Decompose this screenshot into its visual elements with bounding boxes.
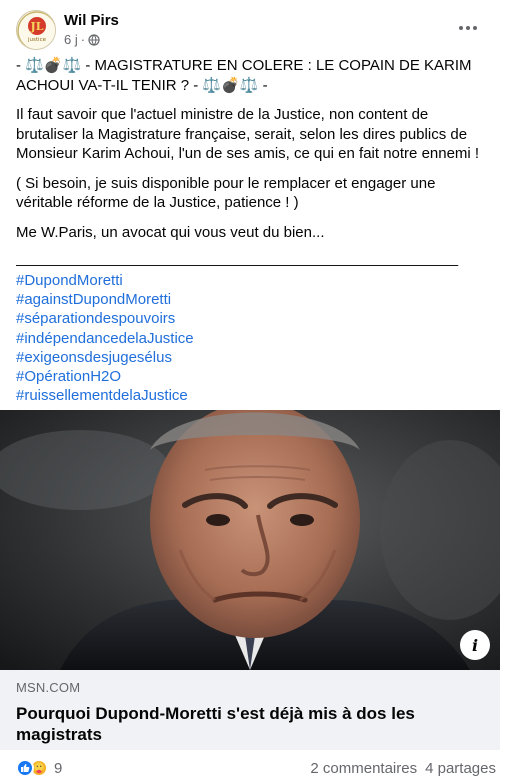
globe-icon[interactable] <box>88 33 100 46</box>
post-paragraph: Me W.Paris, un avocat qui vous veut du b… <box>16 223 325 241</box>
hashtag-link[interactable]: #indépendancedelaJustice <box>16 329 486 348</box>
ellipsis-icon <box>459 26 477 30</box>
portrait-photo <box>0 410 500 670</box>
meta-separator: · <box>80 32 86 47</box>
link-preview-card[interactable]: MSN.COM Pourquoi Dupond-Moretti s'est dé… <box>0 670 500 750</box>
post-header: JL justice Wil Pirs 6 j · <box>16 8 496 52</box>
comments-count-link[interactable]: 2 commentaires <box>310 760 417 777</box>
hashtag-link[interactable]: #OpérationH2O <box>16 367 486 386</box>
info-icon[interactable]: i <box>460 630 490 660</box>
shares-count-link[interactable]: 4 partages <box>425 760 496 777</box>
hashtag-link[interactable]: #exigeonsdesjugesélus <box>16 348 486 367</box>
hashtag-link[interactable]: #DupondMoretti <box>16 271 486 290</box>
hashtag-list: #DupondMoretti #againstDupondMoretti #sé… <box>16 271 486 405</box>
link-title: Pourquoi Dupond-Moretti s'est déjà mis à… <box>16 704 415 744</box>
engagement-stats: 2 commentaires 4 partages <box>310 760 496 777</box>
facebook-post: JL justice Wil Pirs 6 j · - ⚖️💣⚖️ - MAGI… <box>0 0 508 784</box>
separator-line: ________________________________________… <box>16 250 459 267</box>
svg-text:justice: justice <box>27 37 47 43</box>
avatar[interactable]: JL justice <box>16 10 56 50</box>
like-reaction-icon <box>16 759 34 777</box>
post-text: - ⚖️💣⚖️ - MAGISTRATURE EN COLERE : LE CO… <box>16 56 486 405</box>
hashtag-link[interactable]: #séparationdespouvoirs <box>16 309 486 328</box>
hashtag-link[interactable]: #ruissellementdelaJustice <box>16 386 486 405</box>
author-name[interactable]: Wil Pirs <box>64 12 119 29</box>
hashtag-link[interactable]: #againstDupondMoretti <box>16 290 486 309</box>
justice-logo-icon: JL justice <box>17 11 55 49</box>
reaction-summary[interactable]: 9 <box>16 759 62 777</box>
reaction-count: 9 <box>54 759 63 777</box>
post-headline: - ⚖️💣⚖️ - MAGISTRATURE EN COLERE : LE CO… <box>16 57 472 94</box>
post-meta: 6 j · <box>64 32 100 47</box>
svg-text:JL: JL <box>30 20 44 33</box>
link-preview-image[interactable]: i <box>0 410 500 670</box>
post-time[interactable]: 6 j <box>64 32 78 47</box>
post-paragraph: Il faut savoir que l'actuel ministre de … <box>16 106 480 162</box>
more-options-button[interactable] <box>452 12 484 44</box>
link-domain: MSN.COM <box>16 680 81 695</box>
post-paragraph: ( Si besoin, je suis disponible pour le … <box>16 174 436 212</box>
post-footer: 9 2 commentaires 4 partages <box>16 756 496 780</box>
